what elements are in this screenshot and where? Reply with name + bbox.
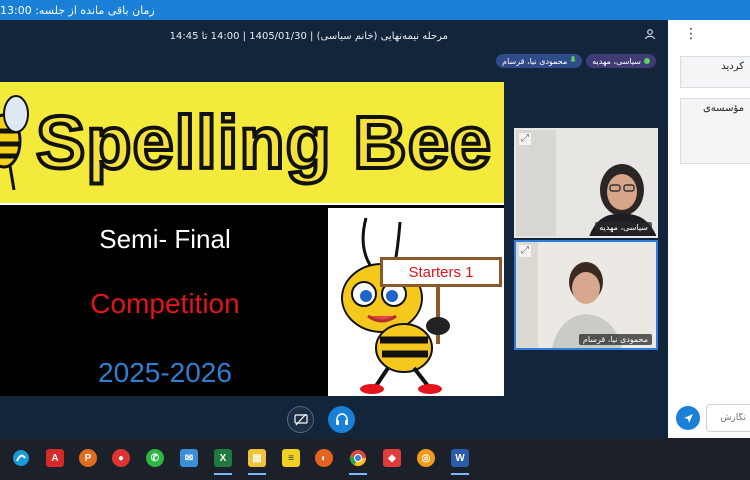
slide-subtitle-semi-final: Semi- Final	[99, 224, 231, 254]
participant-tags: سیاسی، مهدیه محمودی نیا، قرسام	[496, 54, 656, 68]
app-icon[interactable]: ◎	[417, 449, 435, 467]
expand-icon[interactable]: ⤢	[519, 133, 531, 145]
participant-video-feed	[516, 242, 656, 348]
mail-icon[interactable]: ✉	[180, 449, 198, 467]
app-root: زمان باقی مانده از جلسه: 13:00 مرحله نیم…	[0, 0, 750, 480]
spelling-bee-banner: Spelling Bee	[0, 82, 504, 205]
participant-video-tile[interactable]: ⤢ سیاسی، مهدیه	[514, 128, 658, 238]
more-vertical-icon[interactable]: ⋮	[684, 26, 698, 42]
slide-subtitle-competition: Competition	[90, 288, 240, 319]
bee-illustration-icon	[0, 95, 29, 191]
participant-video-name: محمودی نیا، قرسام	[578, 334, 652, 345]
pdf-reader-icon[interactable]: A	[46, 449, 64, 467]
participant-video-tile-active[interactable]: ⤢ محمودی نیا، قرسام	[514, 240, 658, 350]
spelling-bee-title: Spelling Bee	[34, 99, 493, 186]
send-button[interactable]	[676, 406, 700, 430]
expand-icon[interactable]: ⤢	[519, 245, 531, 257]
headset-icon	[335, 413, 348, 425]
participant-tag[interactable]: محمودی نیا، قرسام	[496, 54, 583, 68]
chat-panel: ⋮ کردید مؤسسه‌ی	[668, 20, 750, 438]
time-remaining-text: زمان باقی مانده از جلسه: 13:00	[0, 3, 155, 17]
chat-message: مؤسسه‌ی	[680, 98, 750, 164]
meeting-stage: مرحله نیمه‌نهایی (خانم سیاسی) | 1405/01/…	[0, 20, 668, 438]
shared-presentation-slide: Spelling Bee Semi- Final Competition 202…	[0, 82, 504, 396]
participant-tag[interactable]: سیاسی، مهدیه	[586, 54, 656, 68]
powerpoint-icon[interactable]: P	[79, 449, 97, 467]
meeting-controls	[287, 406, 355, 433]
level-sign: Starters 1	[380, 257, 502, 287]
microphone-icon	[570, 56, 577, 66]
taskbar-active-indicator	[349, 473, 367, 475]
online-status-icon	[644, 58, 650, 64]
audio-button[interactable]	[328, 406, 355, 433]
screen-share-off-icon	[293, 413, 308, 425]
chat-message-text: مؤسسه‌ی	[702, 103, 744, 114]
taskbar-active-indicator	[451, 473, 469, 475]
participant-tag-name: محمودی نیا، قرسام	[502, 56, 568, 66]
session-title: مرحله نیمه‌نهایی (خانم سیاسی) | 1405/01/…	[169, 31, 448, 42]
app-icon[interactable]: ◆	[383, 449, 401, 467]
firefox-icon[interactable]: ◐	[315, 449, 333, 467]
whatsapp-icon[interactable]: ✆	[146, 449, 164, 467]
media-player-icon[interactable]: ●	[112, 449, 130, 467]
chat-input[interactable]	[706, 404, 750, 432]
taskbar-active-indicator	[248, 473, 266, 475]
participant-video-name: سیاسی، مهدیه	[595, 222, 652, 233]
screen-share-button[interactable]	[287, 406, 314, 433]
cartoon-bee-icon	[341, 217, 450, 394]
chat-message-text: کردید	[721, 61, 744, 72]
file-explorer-icon[interactable]: ▤	[248, 449, 266, 467]
word-icon[interactable]: W	[451, 449, 469, 467]
level-sign-text: Starters 1	[408, 263, 474, 281]
start-icon[interactable]	[12, 449, 30, 467]
excel-icon[interactable]: X	[214, 449, 232, 467]
chat-message: کردید	[680, 56, 750, 88]
notes-icon[interactable]: ≡	[282, 449, 300, 467]
send-icon	[683, 413, 693, 423]
session-info-bar: مرحله نیمه‌نهایی (خانم سیاسی) | 1405/01/…	[0, 20, 668, 54]
participants-user-icon[interactable]	[644, 28, 656, 43]
taskbar-active-indicator	[214, 473, 232, 475]
slide-year: 2025-2026	[98, 357, 232, 388]
windows-taskbar: A P ● ✆ ✉ X ▤ ≡ ◐ ◆ ◎ W	[0, 438, 750, 480]
session-time-banner: زمان باقی مانده از جلسه: 13:00	[0, 0, 750, 20]
cartoon-bee-image: Starters 1	[328, 208, 504, 396]
participant-tag-name: سیاسی، مهدیه	[592, 56, 641, 66]
chrome-icon[interactable]	[349, 449, 367, 467]
